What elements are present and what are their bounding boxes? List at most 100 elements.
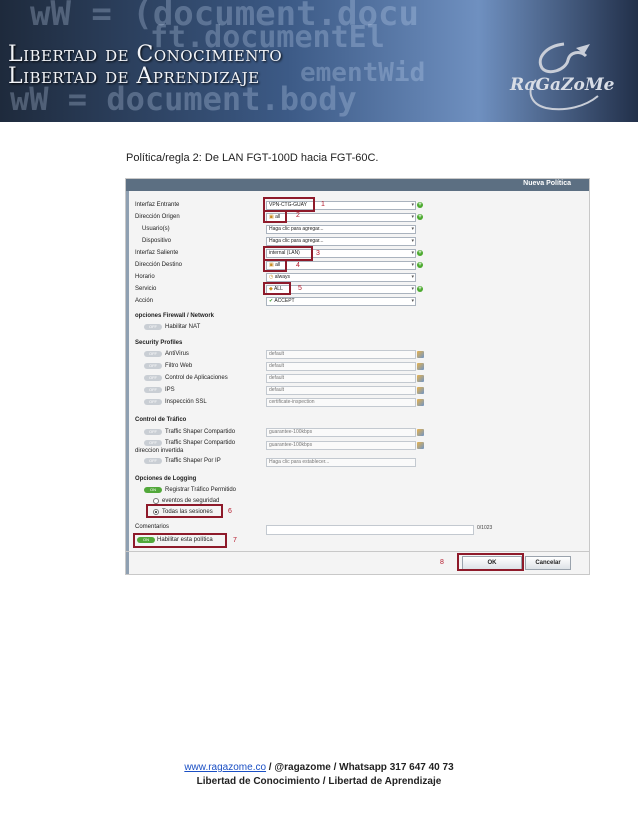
- logging-heading: Opciones de Logging: [135, 476, 197, 482]
- reverse-shaper-label-line2: direccion invertida: [135, 448, 184, 454]
- shared-shaper-input[interactable]: guarantee-100kbps: [266, 428, 416, 437]
- schedule-label: Horario: [135, 274, 155, 280]
- annotation-box: [263, 282, 291, 295]
- annotation-number: 1: [321, 201, 325, 208]
- per-ip-shaper-toggle[interactable]: OFF: [144, 458, 162, 464]
- traffic-control-heading: Control de Tráfico: [135, 417, 187, 423]
- antivirus-label: AntiVirus: [165, 351, 189, 357]
- edit-icon[interactable]: [417, 429, 424, 436]
- device-label: Dispositivo: [142, 238, 172, 244]
- edit-icon[interactable]: [417, 351, 424, 358]
- app-control-label: Control de Aplicaciones: [165, 375, 228, 381]
- incoming-interface-label: Interfaz Entrante: [135, 202, 180, 208]
- log-allowed-label: Registrar Tráfico Permitido: [165, 487, 237, 493]
- edit-icon[interactable]: [417, 363, 424, 370]
- ips-toggle[interactable]: OFF: [144, 387, 162, 393]
- annotation-number: 5: [298, 285, 302, 292]
- dialog-titlebar: Nueva Política: [126, 179, 589, 191]
- edit-icon[interactable]: [417, 442, 424, 449]
- web-filter-label: Filtro Web: [165, 363, 193, 369]
- add-icon[interactable]: +: [417, 250, 423, 256]
- add-icon[interactable]: +: [417, 262, 423, 268]
- brand-line-2: Libertad de Aprendizaje: [8, 64, 260, 89]
- ips-label: IPS: [165, 387, 175, 393]
- app-control-toggle[interactable]: OFF: [144, 375, 162, 381]
- website-link[interactable]: www.ragazome.co: [184, 762, 266, 773]
- nat-toggle[interactable]: OFF: [144, 324, 162, 330]
- reverse-shaper-input[interactable]: guarantee-100kbps: [266, 441, 416, 450]
- contact-text: / @ragazome / Whatsapp 317 647 40 73: [266, 762, 454, 773]
- annotation-number: 6: [228, 508, 232, 515]
- reverse-shaper-toggle[interactable]: OFF: [144, 440, 162, 446]
- source-address-select[interactable]: ▣ all ▾: [266, 213, 416, 222]
- log-allowed-toggle[interactable]: ON: [144, 487, 162, 493]
- edit-icon[interactable]: [417, 399, 424, 406]
- source-address-label: Dirección Origen: [135, 214, 180, 220]
- reverse-shaper-label: Traffic Shaper Compartido: [165, 440, 236, 446]
- firewall-network-heading: opciones Firewall / Network: [135, 313, 215, 319]
- footer-tagline: Libertad de Conocimiento / Libertad de A…: [196, 776, 442, 787]
- annotation-number: 4: [296, 262, 300, 269]
- annotation-box: [133, 533, 227, 548]
- ssl-inspection-profile-input[interactable]: certificate-inspection: [266, 398, 416, 407]
- dialog-title: Nueva Política: [523, 180, 571, 187]
- comments-textarea[interactable]: [266, 525, 474, 535]
- footer-contact: www.ragazome.co / @ragazome / Whatsapp 3…: [0, 762, 638, 773]
- banner-code-line: ementWid: [300, 58, 426, 88]
- action-label: Acción: [135, 298, 154, 304]
- antivirus-toggle[interactable]: OFF: [144, 351, 162, 357]
- web-filter-profile-input[interactable]: default: [266, 362, 416, 371]
- annotation-number: 7: [233, 537, 237, 544]
- logo-text: RaGaZoMe: [509, 75, 615, 95]
- chevron-down-icon: ▾: [411, 298, 414, 304]
- chevron-down-icon: ▾: [411, 250, 414, 256]
- ssl-inspection-toggle[interactable]: OFF: [144, 399, 162, 405]
- users-select[interactable]: Haga clic para agregar... ▾: [266, 225, 416, 234]
- edit-icon[interactable]: [417, 375, 424, 382]
- chevron-down-icon: ▾: [411, 286, 414, 292]
- nat-label: Habilitar NAT: [165, 324, 201, 330]
- app-control-profile-input[interactable]: default: [266, 374, 416, 383]
- chevron-down-icon: ▾: [411, 226, 414, 232]
- schedule-select[interactable]: ◷ always ▾: [266, 273, 416, 282]
- annotation-box: [263, 210, 287, 223]
- header-banner: wW = (document.docu ft.documentEl wW = d…: [0, 0, 638, 122]
- left-edge: [126, 191, 129, 574]
- shared-shaper-label: Traffic Shaper Compartido: [165, 429, 236, 435]
- users-label: Usuario(s): [142, 226, 170, 232]
- comments-label: Comentarios: [135, 524, 170, 530]
- add-icon[interactable]: +: [417, 202, 423, 208]
- antivirus-profile-input[interactable]: default: [266, 350, 416, 359]
- shared-shaper-toggle[interactable]: OFF: [144, 429, 162, 435]
- add-icon[interactable]: +: [417, 214, 423, 220]
- edit-icon[interactable]: [417, 387, 424, 394]
- annotation-box: [263, 259, 287, 272]
- chevron-down-icon: ▾: [411, 238, 414, 244]
- web-filter-toggle[interactable]: OFF: [144, 363, 162, 369]
- device-select[interactable]: Haga clic para agregar... ▾: [266, 237, 416, 246]
- chevron-down-icon: ▾: [411, 262, 414, 268]
- add-icon[interactable]: +: [417, 286, 423, 292]
- annotation-box: [457, 553, 524, 571]
- per-ip-shaper-input[interactable]: Haga clic para establecer...: [266, 458, 416, 467]
- annotation-box: [146, 504, 223, 518]
- outgoing-interface-label: Interfaz Saliente: [135, 250, 179, 256]
- comments-counter: 0/1023: [477, 525, 493, 531]
- destination-address-select[interactable]: ▣ all ▾: [266, 261, 416, 270]
- chevron-down-icon: ▾: [411, 214, 414, 220]
- destination-address-label: Dirección Destino: [135, 262, 183, 268]
- ssl-inspection-label: Inspección SSL: [165, 399, 207, 405]
- policy-dialog: Nueva Política Interfaz Entrante VPN-CTG…: [125, 178, 590, 575]
- annotation-number: 2: [296, 212, 300, 219]
- dragon-logo: RaGaZoMe: [509, 42, 615, 111]
- annotation-number: 3: [316, 250, 320, 257]
- chevron-down-icon: ▾: [411, 274, 414, 280]
- chevron-down-icon: ▾: [411, 202, 414, 208]
- annotation-number: 8: [440, 559, 444, 566]
- per-ip-shaper-label: Traffic Shaper Por IP: [165, 458, 221, 464]
- divider: [126, 551, 589, 552]
- service-label: Servicio: [135, 286, 157, 292]
- cancel-button[interactable]: Cancelar: [525, 556, 571, 570]
- action-select[interactable]: ✔ ACCEPT ▾: [266, 297, 416, 306]
- ips-profile-input[interactable]: default: [266, 386, 416, 395]
